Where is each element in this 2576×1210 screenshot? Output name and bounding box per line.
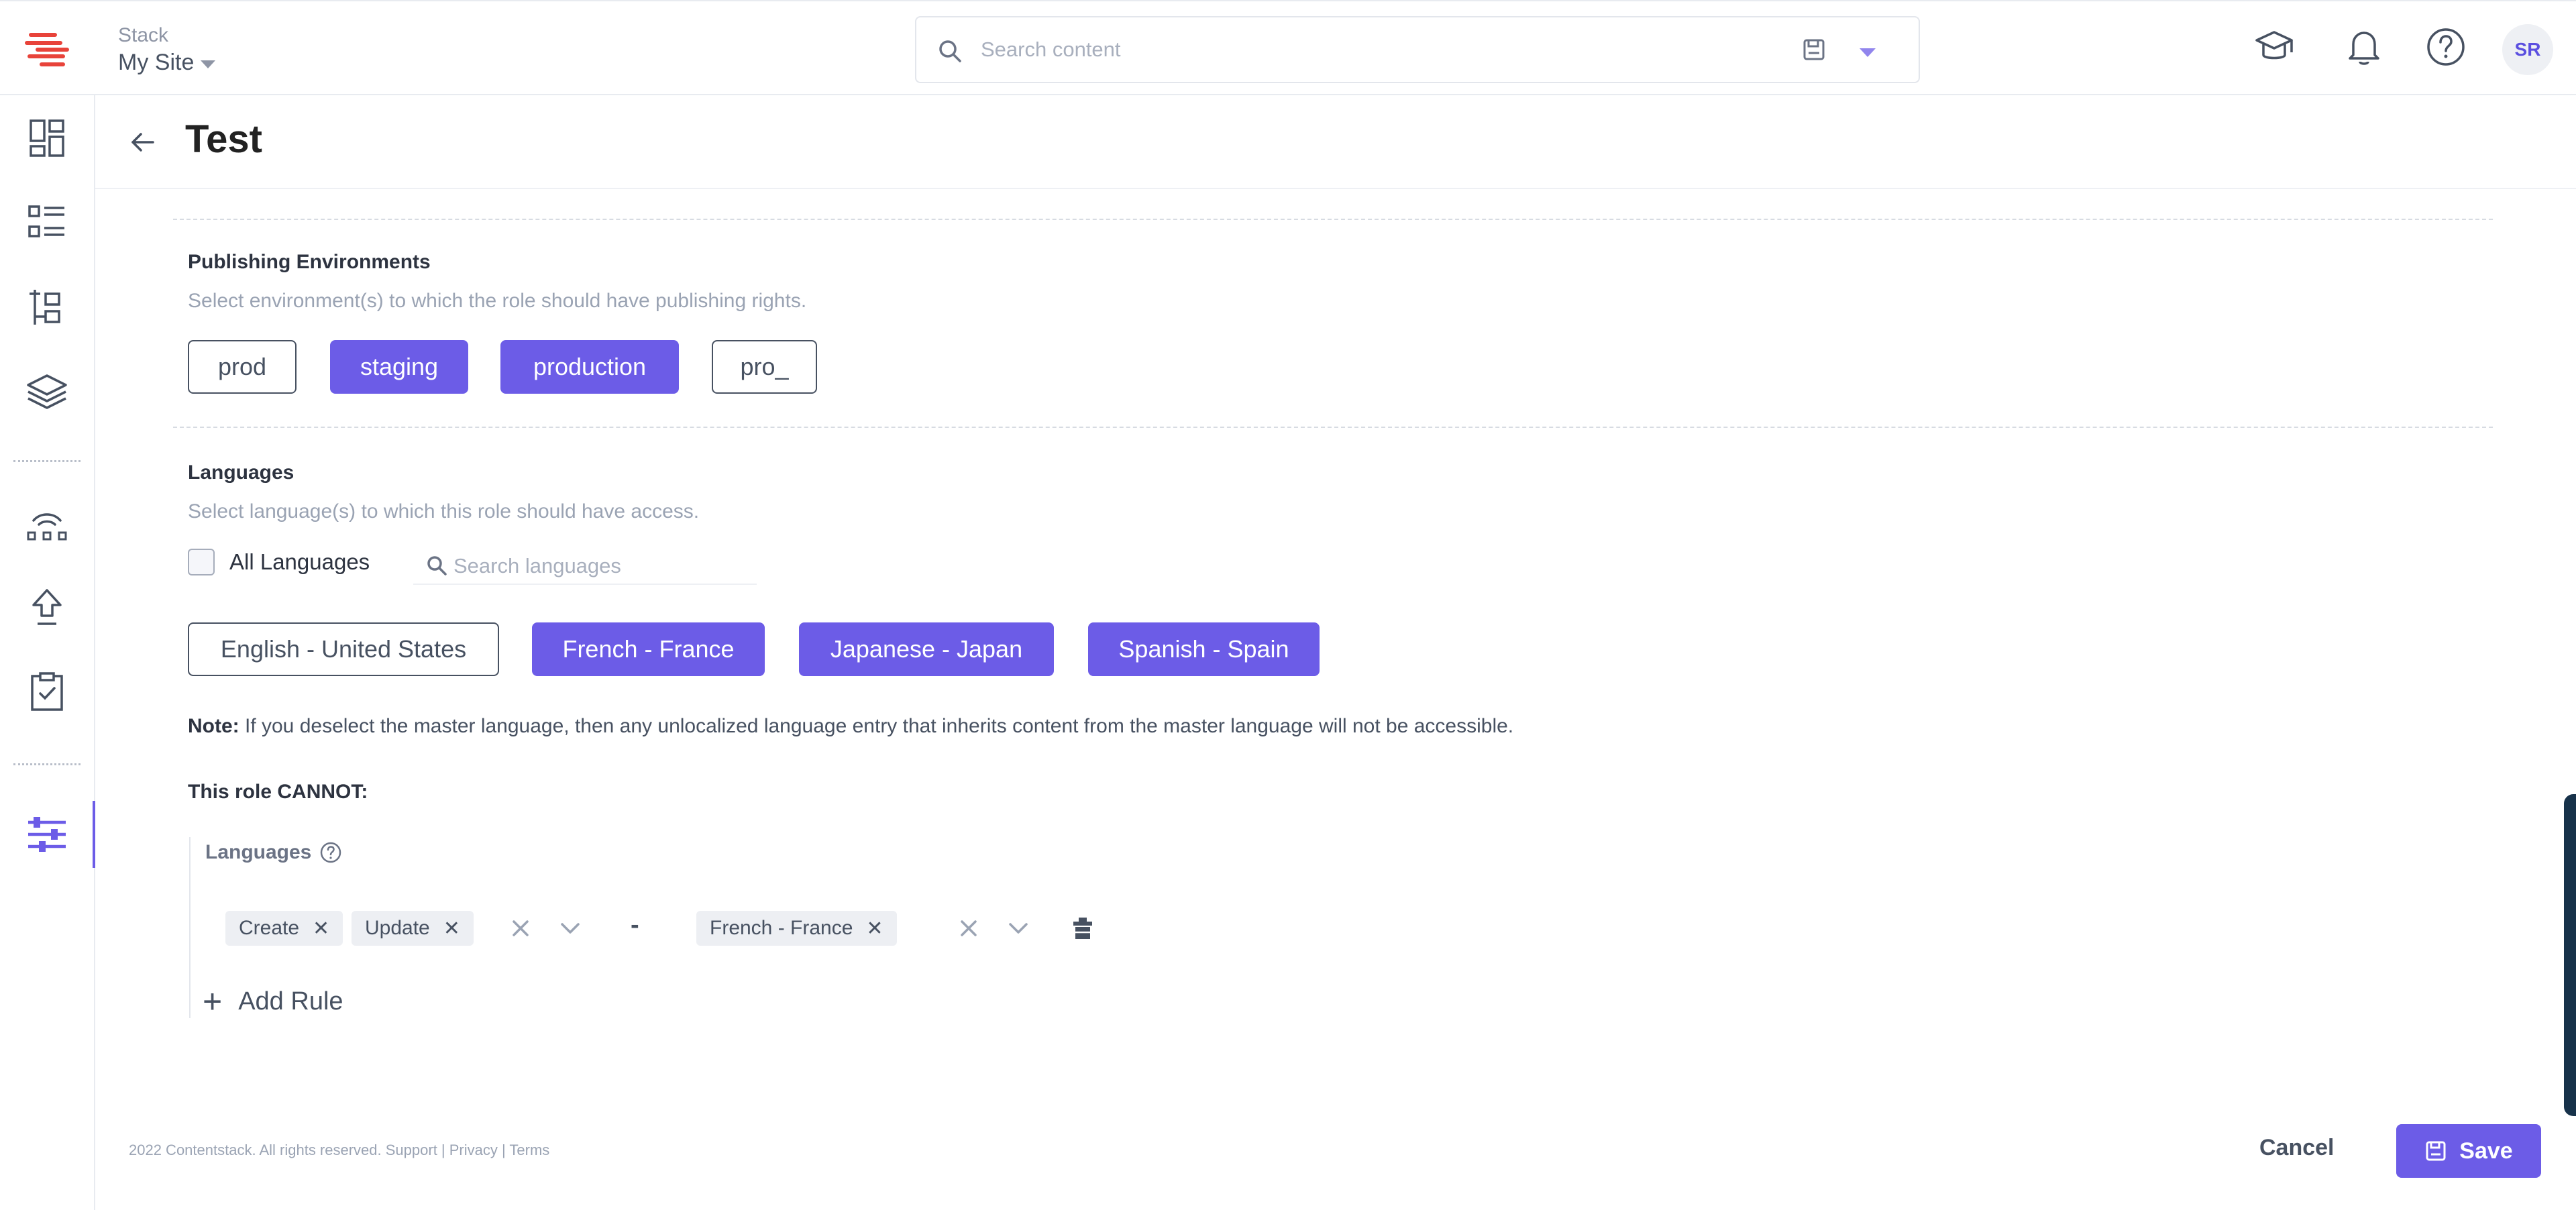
academy-icon[interactable] bbox=[2253, 25, 2296, 68]
saved-search-icon[interactable] bbox=[1801, 36, 1827, 63]
note-text: If you deselect the master language, the… bbox=[239, 715, 1514, 737]
back-arrow-icon[interactable] bbox=[127, 127, 157, 157]
content-models-icon[interactable] bbox=[24, 200, 70, 245]
note-label: Note: bbox=[188, 715, 239, 737]
stack-selector[interactable]: Stack My Site bbox=[118, 24, 216, 76]
env-chip-pro[interactable]: pro_ bbox=[712, 340, 817, 394]
footer-copyright: 2022 Contentstack. All rights reserved. … bbox=[129, 1142, 550, 1158]
tasks-clipboard-icon[interactable] bbox=[24, 669, 70, 715]
search-input[interactable]: Search content bbox=[981, 38, 1121, 62]
rule-separator: - bbox=[631, 911, 639, 939]
nav-active-indicator bbox=[93, 801, 95, 868]
search-filter-dropdown-icon[interactable] bbox=[1860, 48, 1876, 57]
section-divider bbox=[173, 427, 2493, 428]
target-tag-french-france: French - France ✕ bbox=[696, 911, 897, 946]
releases-icon[interactable] bbox=[24, 500, 70, 546]
all-languages-label: All Languages bbox=[229, 549, 370, 574]
page-header: Test bbox=[95, 95, 2576, 189]
remove-tag-icon[interactable]: ✕ bbox=[313, 917, 329, 940]
action-tag-update: Update ✕ bbox=[352, 911, 474, 946]
save-label: Save bbox=[2459, 1138, 2513, 1164]
contentstack-logo-icon[interactable] bbox=[24, 30, 71, 70]
help-icon[interactable] bbox=[2424, 25, 2467, 68]
rule-group-border bbox=[189, 837, 191, 1018]
action-tag-update-label: Update bbox=[365, 917, 430, 939]
site-name-text: My Site bbox=[118, 50, 195, 75]
action-tag-create: Create ✕ bbox=[225, 911, 343, 946]
add-rule-label: Add Rule bbox=[238, 987, 343, 1015]
language-chip-en-us[interactable]: English - United States bbox=[188, 622, 499, 676]
plus-icon: + bbox=[203, 983, 223, 1020]
save-button[interactable]: Save bbox=[2396, 1124, 2541, 1178]
assets-layers-icon[interactable] bbox=[24, 369, 70, 415]
notification-bell-icon[interactable] bbox=[2343, 25, 2385, 68]
left-sidebar bbox=[0, 95, 95, 1210]
languages-subtitle: Select language(s) to which this role sh… bbox=[188, 500, 700, 522]
dashboard-icon[interactable] bbox=[24, 115, 70, 161]
language-search[interactable]: Search languages bbox=[413, 546, 757, 585]
nav-divider bbox=[13, 763, 80, 765]
all-languages-checkbox[interactable] bbox=[188, 549, 215, 575]
search-icon bbox=[939, 40, 961, 62]
page-title: Test bbox=[185, 117, 262, 161]
nav-divider bbox=[13, 460, 80, 462]
master-language-note: Note: If you deselect the master languag… bbox=[188, 715, 1513, 738]
clear-actions-icon[interactable] bbox=[506, 914, 535, 943]
env-chip-prod[interactable]: prod bbox=[188, 340, 297, 394]
top-bar: Stack My Site Search content SR bbox=[0, 0, 2576, 95]
section-divider bbox=[173, 219, 2493, 220]
delete-rule-trash-icon[interactable] bbox=[1068, 914, 1097, 943]
user-avatar[interactable]: SR bbox=[2502, 24, 2553, 75]
publishing-title: Publishing Environments bbox=[188, 251, 431, 273]
action-tag-create-label: Create bbox=[239, 917, 300, 939]
env-chip-production[interactable]: production bbox=[500, 340, 679, 394]
language-chip-es-es[interactable]: Spanish - Spain bbox=[1088, 622, 1320, 676]
info-help-icon[interactable] bbox=[319, 841, 342, 864]
env-chip-staging[interactable]: staging bbox=[330, 340, 468, 394]
clear-targets-icon[interactable] bbox=[954, 914, 983, 943]
actions-dropdown-chevron-icon[interactable] bbox=[555, 914, 585, 943]
search-icon bbox=[427, 556, 447, 575]
rule-languages-text: Languages bbox=[205, 841, 312, 863]
save-disk-icon bbox=[2426, 1141, 2446, 1161]
language-chip-fr-fr[interactable]: French - France bbox=[532, 622, 765, 676]
language-chip-ja-jp[interactable]: Japanese - Japan bbox=[799, 622, 1054, 676]
stack-label: Stack bbox=[118, 24, 169, 46]
all-languages-checkbox-row[interactable]: All Languages bbox=[188, 549, 370, 575]
target-tag-label: French - France bbox=[710, 917, 853, 939]
language-search-input[interactable]: Search languages bbox=[453, 554, 621, 578]
settings-sliders-icon[interactable] bbox=[24, 812, 70, 857]
site-name[interactable]: My Site bbox=[118, 50, 216, 76]
entries-tree-icon[interactable] bbox=[24, 284, 70, 330]
deploy-upload-icon[interactable] bbox=[24, 585, 70, 630]
remove-tag-icon[interactable]: ✕ bbox=[866, 917, 883, 940]
remove-tag-icon[interactable]: ✕ bbox=[443, 917, 460, 940]
side-panel-handle[interactable] bbox=[2564, 794, 2576, 1116]
global-search[interactable]: Search content bbox=[915, 16, 1920, 83]
targets-dropdown-chevron-icon[interactable] bbox=[1004, 914, 1033, 943]
rule-languages-label: Languages bbox=[205, 841, 342, 864]
cannot-title: This role CANNOT: bbox=[188, 781, 368, 803]
chevron-down-icon bbox=[201, 60, 216, 68]
cancel-button[interactable]: Cancel bbox=[2259, 1135, 2334, 1161]
add-rule-button[interactable]: + Add Rule bbox=[203, 985, 343, 1018]
languages-title: Languages bbox=[188, 461, 294, 484]
publishing-subtitle: Select environment(s) to which the role … bbox=[188, 290, 807, 312]
